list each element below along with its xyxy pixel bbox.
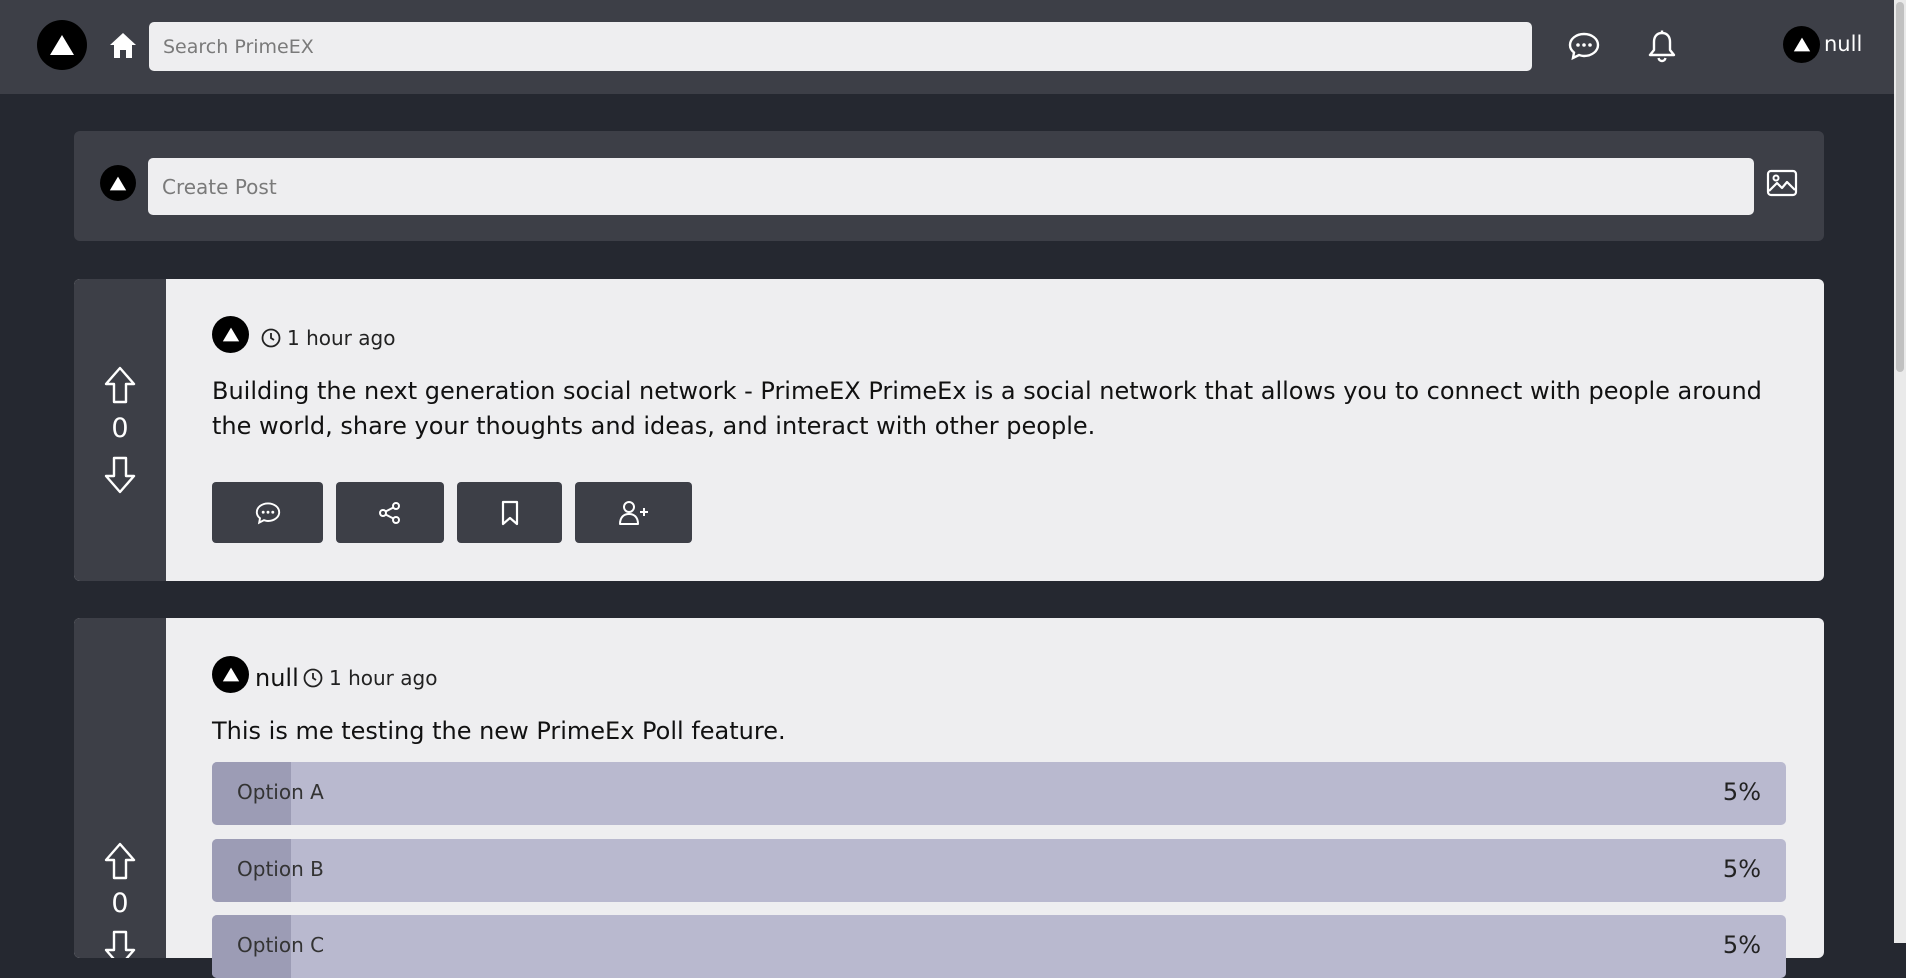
post-body: Building the next generation social netw…	[212, 377, 1762, 440]
top-navbar: null	[0, 0, 1906, 94]
chat-bubble-icon[interactable]	[1566, 28, 1602, 64]
vote-count: 0	[111, 888, 129, 919]
poll-option-label: Option B	[237, 857, 324, 881]
poll-option[interactable]: Option B 5%	[212, 839, 1786, 902]
bell-icon[interactable]	[1644, 27, 1680, 65]
post-author-name[interactable]: null	[255, 664, 299, 692]
upvote-arrow-icon[interactable]	[102, 365, 138, 405]
user-avatar[interactable]	[1783, 26, 1820, 63]
comment-button[interactable]	[212, 482, 323, 543]
poll-option-label: Option A	[237, 780, 324, 804]
follow-user-icon	[618, 500, 648, 525]
vote-column: 0	[74, 618, 166, 958]
poll-option-percent: 5%	[1722, 931, 1761, 959]
post-body: This is me testing the new PrimeEx Poll …	[212, 717, 786, 745]
create-post-avatar	[100, 165, 136, 201]
clock-icon	[261, 328, 281, 348]
downvote-arrow-icon[interactable]	[102, 929, 138, 958]
downvote-arrow-icon[interactable]	[102, 455, 138, 495]
post-author-avatar[interactable]	[212, 656, 249, 693]
page-scrollbar-thumb-overlay	[1896, 2, 1904, 372]
logo-icon[interactable]	[37, 20, 87, 70]
image-icon[interactable]	[1765, 167, 1799, 199]
bookmark-icon	[501, 500, 518, 525]
poll-option[interactable]: Option A 5%	[212, 762, 1786, 825]
post-timestamp: 1 hour ago	[261, 326, 395, 350]
poll-option-percent: 5%	[1722, 855, 1761, 883]
time-label: 1 hour ago	[287, 326, 396, 350]
follow-user-button[interactable]	[575, 482, 692, 543]
time-label: 1 hour ago	[329, 666, 438, 690]
comment-icon	[255, 501, 280, 524]
share-icon	[379, 501, 400, 524]
poll-option-label: Option C	[237, 933, 325, 957]
username-label[interactable]: null	[1824, 32, 1862, 56]
share-button[interactable]	[336, 482, 444, 543]
clock-icon	[303, 668, 323, 688]
post-author-avatar[interactable]	[212, 316, 249, 353]
post-timestamp: 1 hour ago	[303, 666, 437, 690]
search-input[interactable]	[149, 22, 1532, 71]
vote-count: 0	[111, 413, 129, 444]
create-post-input[interactable]	[148, 158, 1754, 215]
bookmark-button[interactable]	[457, 482, 562, 543]
poll-option[interactable]: Option C 5%	[212, 915, 1786, 978]
vote-column: 0	[74, 279, 166, 581]
home-icon[interactable]	[106, 28, 140, 62]
upvote-arrow-icon[interactable]	[102, 841, 138, 881]
poll-option-percent: 5%	[1722, 778, 1761, 806]
